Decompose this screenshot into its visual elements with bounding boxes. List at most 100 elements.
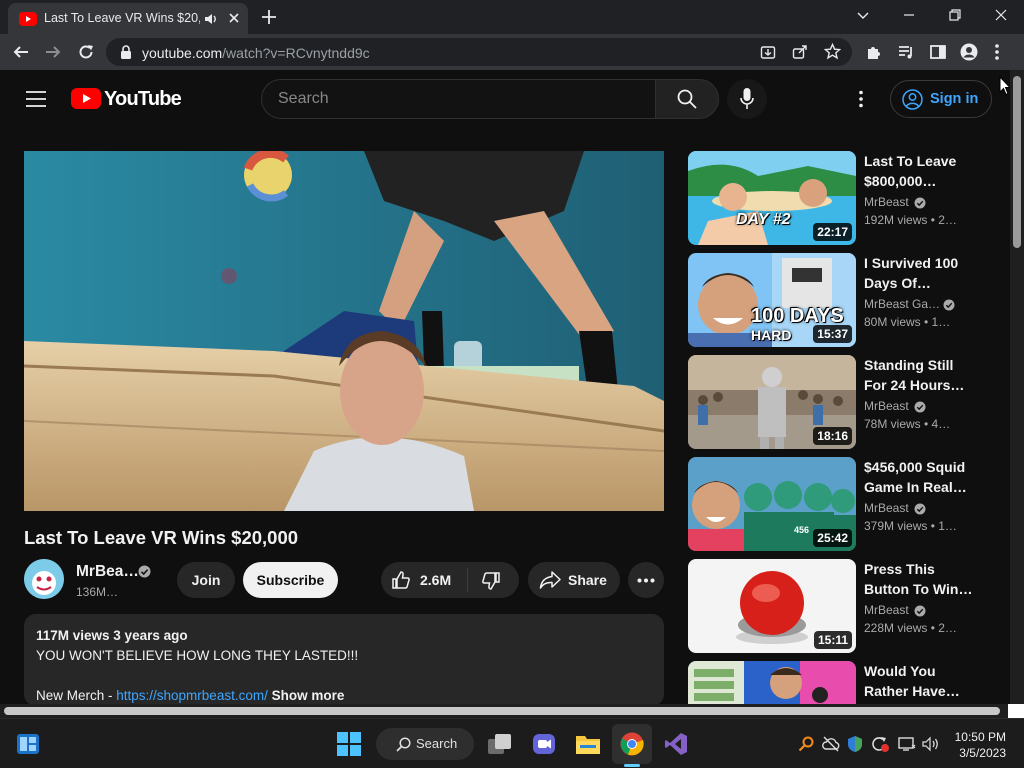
taskbar-search-button[interactable]: Search [376, 728, 474, 760]
settings-kebab-icon[interactable] [858, 90, 864, 108]
voice-search-button[interactable] [727, 79, 767, 119]
video-description[interactable]: 117M views 3 years ago YOU WON'T BELIEVE… [24, 614, 664, 706]
view-count-and-date: 117M views 3 years ago [36, 628, 188, 643]
browser-menu-icon[interactable] [994, 43, 1000, 61]
recommended-channel[interactable]: MrBeast [864, 399, 909, 413]
security-shield-icon[interactable] [847, 735, 863, 753]
search-button[interactable] [655, 79, 719, 119]
recommended-channel[interactable]: MrBeast [864, 195, 909, 209]
recommended-title[interactable]: Last To Leave $800,000… [864, 151, 976, 191]
recommended-channel[interactable]: MrBeast Ga… [864, 297, 940, 311]
new-tab-icon[interactable] [260, 8, 278, 26]
search-input[interactable] [278, 80, 638, 118]
like-divider [467, 568, 468, 592]
recommended-channel[interactable]: MrBeast [864, 501, 909, 515]
description-line: YOU WON'T BELIEVE HOW LONG THEY LASTED!!… [36, 648, 359, 663]
clock-time[interactable]: 10:50 PM [950, 730, 1006, 744]
active-app-indicator [624, 764, 640, 767]
browser-toolbar: youtube.com/watch?v=RCvnytndd9c [0, 34, 1024, 70]
tab-title: Last To Leave VR Wins $20,000 [44, 11, 200, 25]
video-player[interactable] [24, 151, 664, 511]
clock-date[interactable]: 3/5/2023 [950, 746, 1006, 760]
like-button[interactable] [391, 570, 411, 590]
recommended-video[interactable]: DAY #2 22:17 Last To Leave $800,000… MrB… [688, 151, 998, 245]
video-thumbnail[interactable]: 456 25:42 [688, 457, 856, 551]
video-thumbnail[interactable]: 100 DAYS HARD 15:37 [688, 253, 856, 347]
url-host: youtube.com [142, 45, 223, 61]
forward-arrow-icon[interactable] [44, 43, 62, 61]
like-count[interactable]: 2.6M [420, 572, 451, 588]
speaker-icon[interactable] [204, 12, 218, 26]
recommended-video[interactable]: 456 25:42 $456,000 Squid Game In Real… M… [688, 457, 998, 551]
video-thumbnail[interactable]: 18:16 [688, 355, 856, 449]
channel-name[interactable]: MrBea… [76, 563, 139, 581]
display-icon[interactable] [898, 736, 916, 752]
profile-avatar-icon[interactable] [960, 43, 978, 61]
search-box[interactable] [261, 79, 657, 119]
video-duration: 25:42 [813, 529, 852, 547]
teams-chat-icon[interactable] [532, 732, 556, 756]
lock-icon[interactable] [120, 45, 132, 59]
extensions-puzzle-icon[interactable] [865, 43, 883, 61]
sign-in-button[interactable]: Sign in [890, 80, 992, 118]
close-window-icon[interactable] [994, 8, 1008, 22]
browser-tab-strip: Last To Leave VR Wins $20,000 [0, 0, 1024, 34]
youtube-logo-icon [71, 88, 101, 109]
more-actions-button[interactable] [628, 562, 664, 598]
show-more-button[interactable]: Show more [272, 688, 345, 703]
recommended-video[interactable]: 100 DAYS HARD 15:37 I Survived 100 Days … [688, 253, 998, 347]
horizontal-scrollbar-thumb[interactable] [4, 707, 1000, 715]
widgets-icon[interactable] [16, 733, 40, 755]
video-thumbnail[interactable]: 15:11 [688, 559, 856, 653]
minimize-icon[interactable] [902, 8, 916, 22]
close-tab-icon[interactable] [228, 12, 240, 24]
update-warning-icon[interactable] [871, 736, 889, 752]
browser-tab[interactable]: Last To Leave VR Wins $20,000 [8, 3, 248, 34]
file-explorer-icon[interactable] [575, 732, 601, 756]
youtube-masthead: YouTube Sign in [0, 70, 1010, 128]
volume-icon[interactable] [922, 736, 940, 752]
recommended-title[interactable]: Standing Still For 24 Hours… [864, 355, 976, 395]
like-dislike-bar: 2.6M [381, 562, 519, 598]
share-button[interactable]: Share [528, 562, 620, 598]
scrollbar-corner [1008, 704, 1024, 718]
recommended-title[interactable]: Would You Rather Have… [864, 661, 976, 701]
restore-icon[interactable] [948, 8, 962, 22]
share-page-icon[interactable] [792, 44, 808, 60]
search-tray-icon[interactable] [798, 736, 814, 752]
address-bar[interactable]: youtube.com/watch?v=RCvnytndd9c [106, 38, 852, 66]
side-panel-icon[interactable] [929, 43, 947, 61]
search-icon [677, 89, 697, 109]
visual-studio-icon[interactable] [664, 732, 688, 756]
chrome-icon[interactable] [620, 732, 644, 756]
recommended-channel[interactable]: MrBeast [864, 603, 909, 617]
recommended-title[interactable]: $456,000 Squid Game In Real… [864, 457, 976, 497]
video-duration: 18:16 [813, 427, 852, 445]
dislike-button[interactable] [481, 571, 501, 591]
task-view-icon[interactable] [487, 732, 513, 756]
media-queue-icon[interactable] [897, 43, 915, 61]
channel-avatar[interactable] [24, 559, 64, 599]
video-thumbnail[interactable]: DAY #2 22:17 [688, 151, 856, 245]
bookmark-star-icon[interactable] [824, 43, 841, 60]
join-button[interactable]: Join [177, 562, 235, 598]
recommended-title[interactable]: I Survived 100 Days Of… [864, 253, 976, 293]
cloud-sync-icon[interactable] [822, 736, 840, 752]
windows-start-icon[interactable] [337, 732, 361, 756]
back-arrow-icon[interactable] [12, 43, 30, 61]
recommended-title[interactable]: Press This Button To Win… [864, 559, 976, 599]
youtube-logo[interactable]: YouTube [71, 88, 182, 110]
vertical-scrollbar-thumb[interactable] [1013, 76, 1021, 248]
recommended-video[interactable]: Would You Rather Have… [688, 661, 998, 704]
video-thumbnail[interactable] [688, 661, 856, 704]
tab-search-chevron-icon[interactable] [856, 8, 870, 22]
recommended-video[interactable]: 18:16 Standing Still For 24 Hours… MrBea… [688, 355, 998, 449]
install-app-icon[interactable] [760, 44, 776, 60]
merch-link[interactable]: https://shopmrbeast.com/ [116, 688, 268, 703]
subscriber-count: 136M… [76, 585, 119, 599]
hamburger-menu-icon[interactable] [26, 91, 46, 107]
subscribe-button[interactable]: Subscribe [243, 562, 338, 598]
reload-icon[interactable] [77, 43, 95, 61]
recommended-video[interactable]: 15:11 Press This Button To Win… MrBeast … [688, 559, 998, 653]
description-merch-line: New Merch - https://shopmrbeast.com/ Sho… [36, 688, 344, 703]
